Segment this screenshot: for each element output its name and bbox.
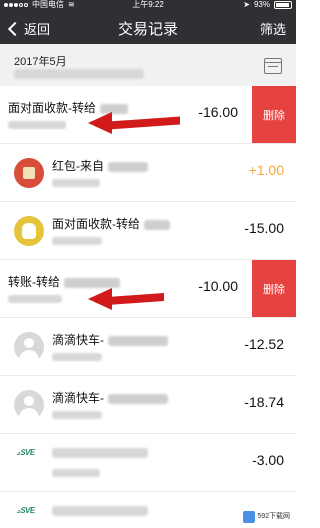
battery-icon [274, 1, 292, 9]
transaction-amount: +1.00 [248, 162, 284, 178]
watermark-logo-icon [243, 511, 256, 523]
nav-bar: 返回 交易记录 筛选 [0, 12, 296, 44]
annotation-arrow [88, 288, 168, 310]
month-summary-redacted [14, 69, 144, 79]
transaction-amount: -10.00 [198, 278, 238, 294]
list-item[interactable]: 滴滴快车- -18.74 [0, 376, 296, 434]
transaction-title: 滴滴快车- [52, 389, 168, 406]
page-title: 交易记录 [117, 21, 178, 38]
list-item[interactable]: 红包-来自 +1.00 [0, 144, 296, 202]
merchant-logo-icon: ≋SVE [14, 448, 35, 457]
transaction-title: 红包-来自 [52, 157, 148, 174]
transaction-date-redacted [52, 179, 100, 189]
transaction-amount: -16.00 [198, 104, 238, 120]
transaction-amount: -12.52 [244, 336, 284, 352]
transaction-amount: -3.00 [252, 452, 284, 468]
status-bar: 中国电信 ≋ 上午9:22 ➤ 93% [0, 0, 296, 10]
list-item[interactable]: 滴滴快车- -12.52 [0, 318, 296, 376]
transaction-amount: -18.74 [244, 394, 284, 410]
status-time: 上午9:22 [132, 0, 164, 9]
filter-button[interactable]: 筛选 [260, 19, 286, 38]
battery-percent: 93% [253, 0, 270, 9]
location-icon: ➤ [243, 0, 250, 9]
list-item[interactable]: 面对面收款-转给 -15.00 [0, 202, 296, 260]
transaction-title-redacted [52, 505, 148, 519]
calendar-icon[interactable] [264, 58, 282, 74]
transaction-amount: -15.00 [244, 220, 284, 236]
red-envelope-icon [14, 158, 44, 188]
avatar-icon [14, 332, 44, 362]
avatar-icon [14, 390, 44, 420]
money-bag-icon [14, 216, 44, 246]
watermark-text: 592下载网 [257, 513, 290, 520]
list-item[interactable]: ≋SVE -3.00 [0, 434, 296, 492]
transaction-title: 滴滴快车- [52, 331, 168, 348]
month-header: 2017年5月 [0, 44, 296, 86]
transaction-date-redacted [8, 295, 62, 305]
transaction-date-redacted [52, 469, 100, 479]
transaction-date-redacted [52, 237, 102, 247]
transaction-title-redacted [52, 447, 148, 461]
transaction-date-redacted [52, 353, 102, 363]
watermark: 592下载网 [241, 510, 292, 524]
delete-button[interactable]: 删除 [252, 260, 296, 317]
transaction-date-redacted [52, 411, 102, 421]
transaction-date-redacted [8, 121, 66, 131]
month-label: 2017年5月 [14, 56, 67, 68]
annotation-arrow [88, 112, 184, 134]
delete-button[interactable]: 删除 [252, 86, 296, 143]
transaction-title: 面对面收款-转给 [52, 215, 170, 232]
merchant-logo-icon: ≋SVE [14, 506, 35, 515]
top-bar: 中国电信 ≋ 上午9:22 ➤ 93% 返回 交易记录 筛选 [0, 0, 296, 44]
